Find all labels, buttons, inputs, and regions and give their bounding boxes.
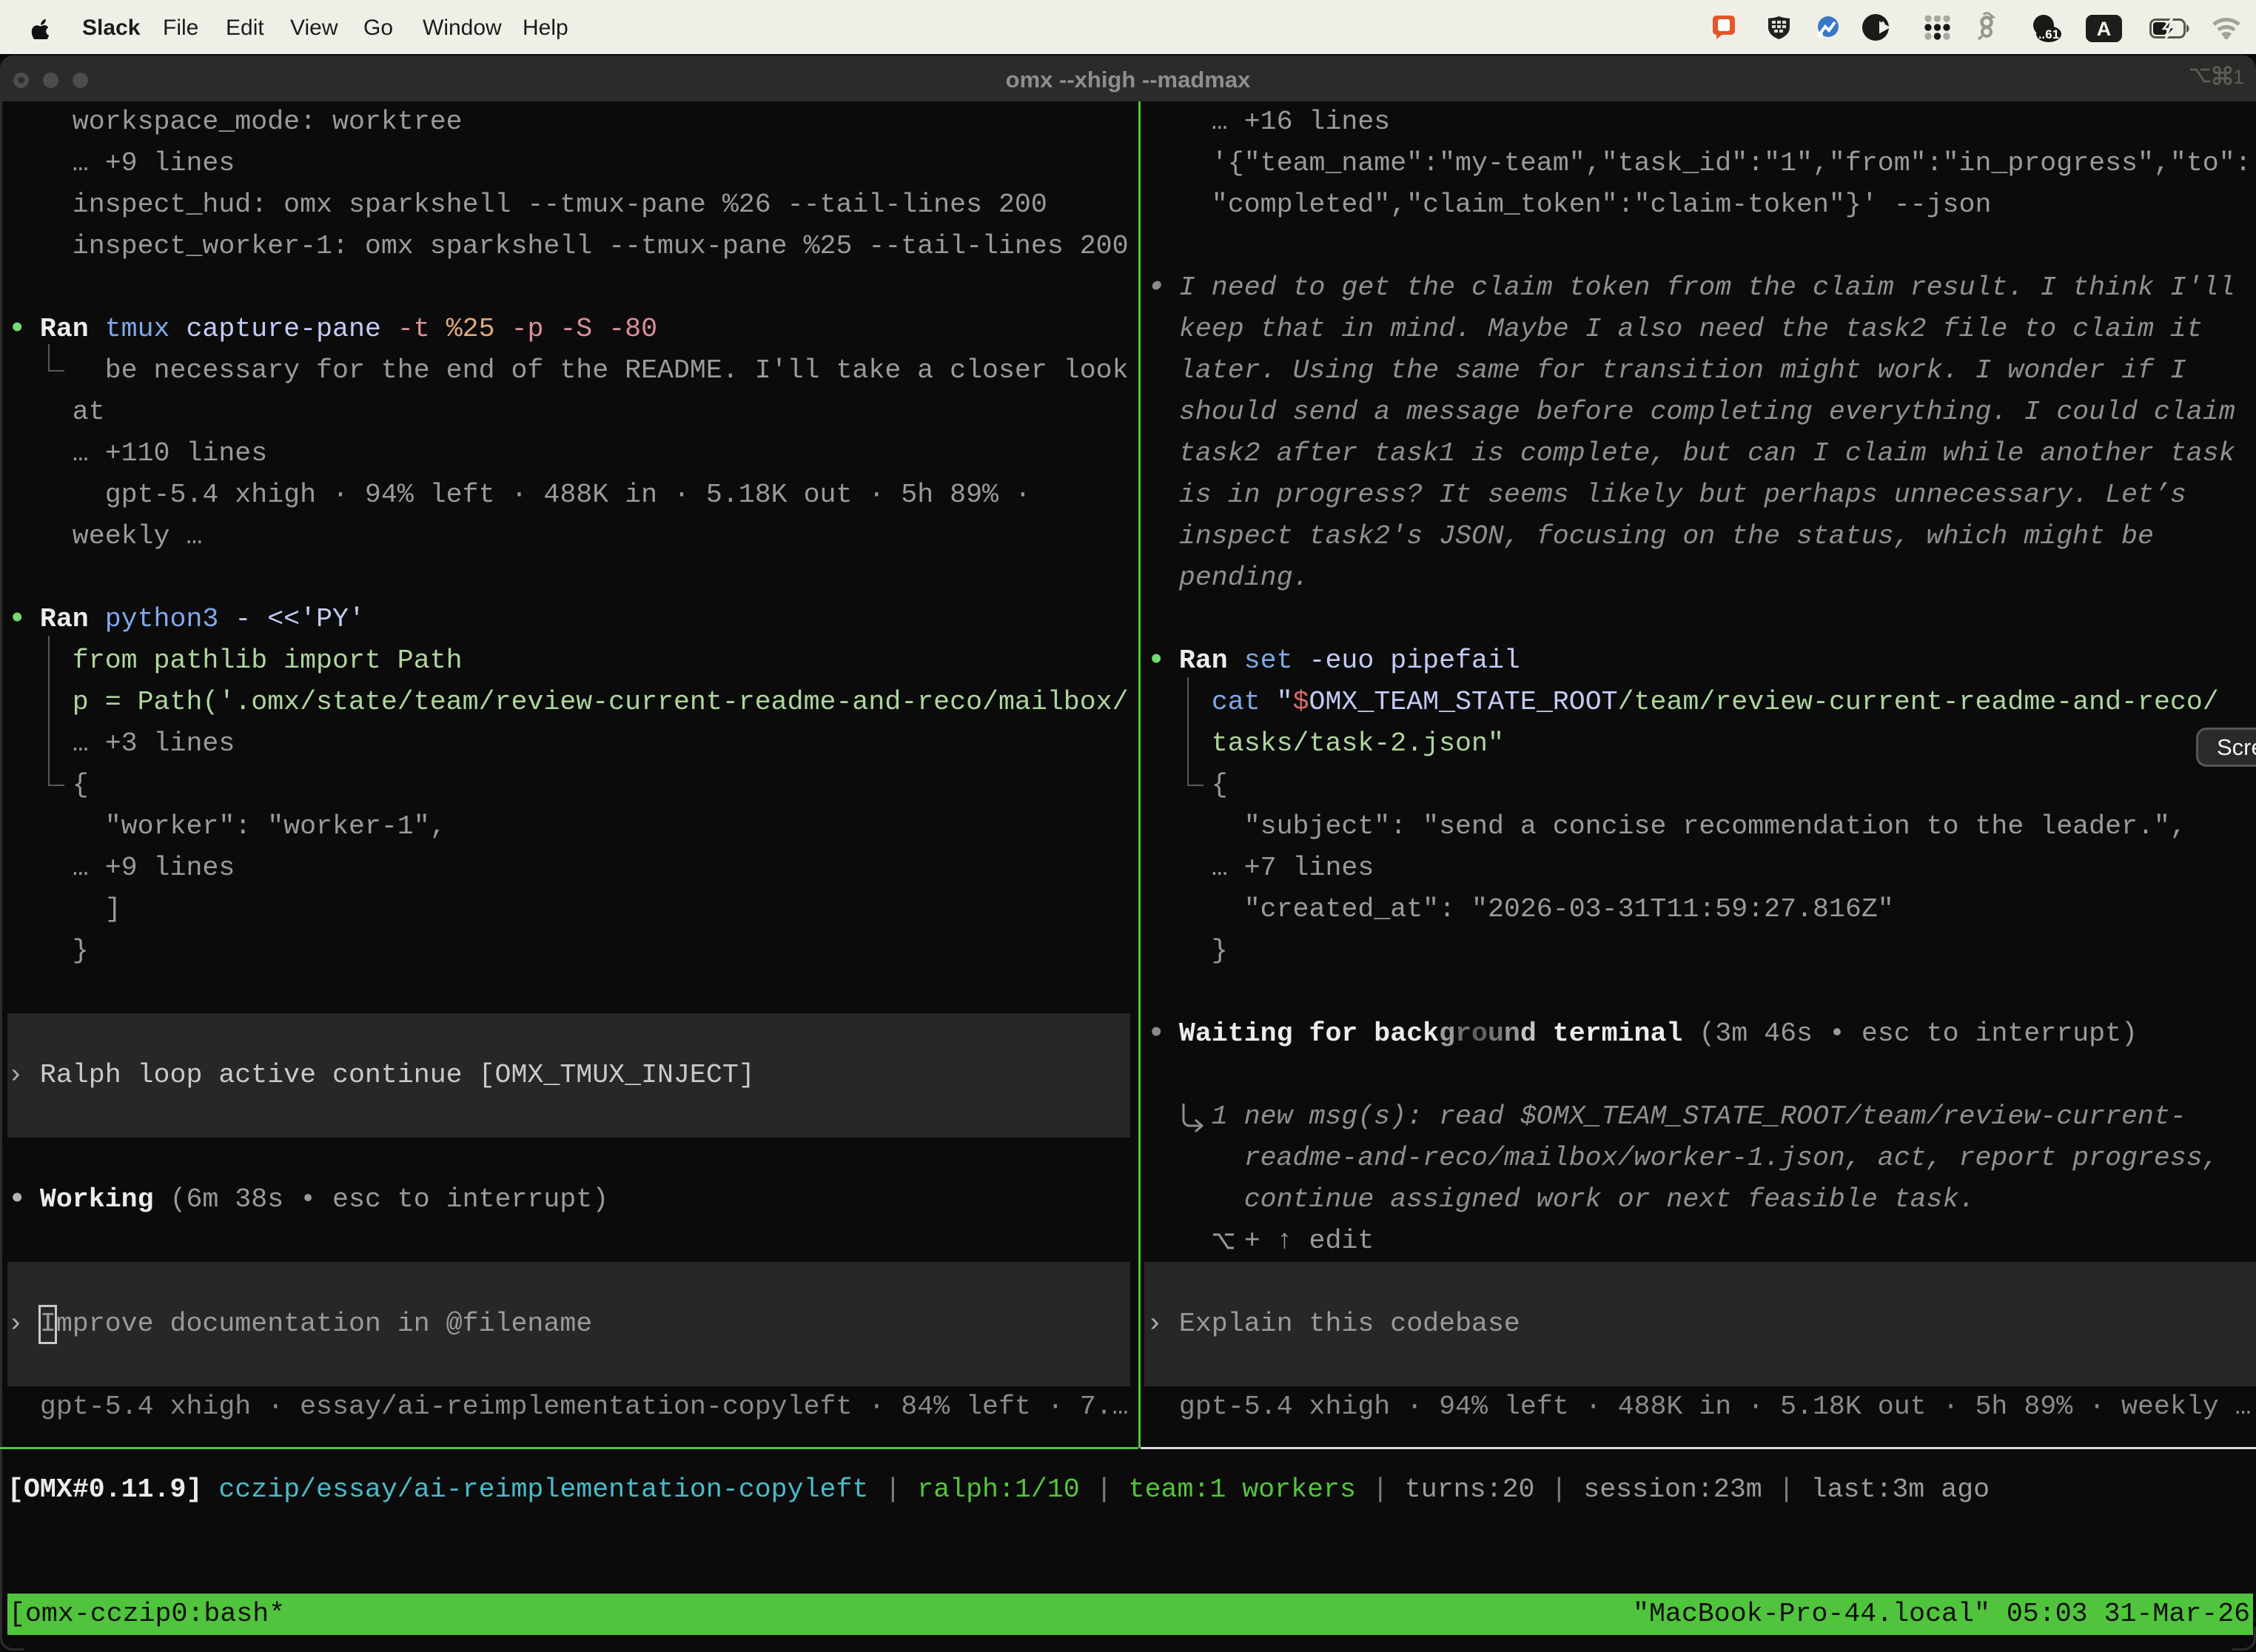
svg-text:1: 1 [2233,66,2244,87]
svg-text:A: A [2097,18,2112,40]
svg-text:..61: ..61 [2038,27,2059,41]
